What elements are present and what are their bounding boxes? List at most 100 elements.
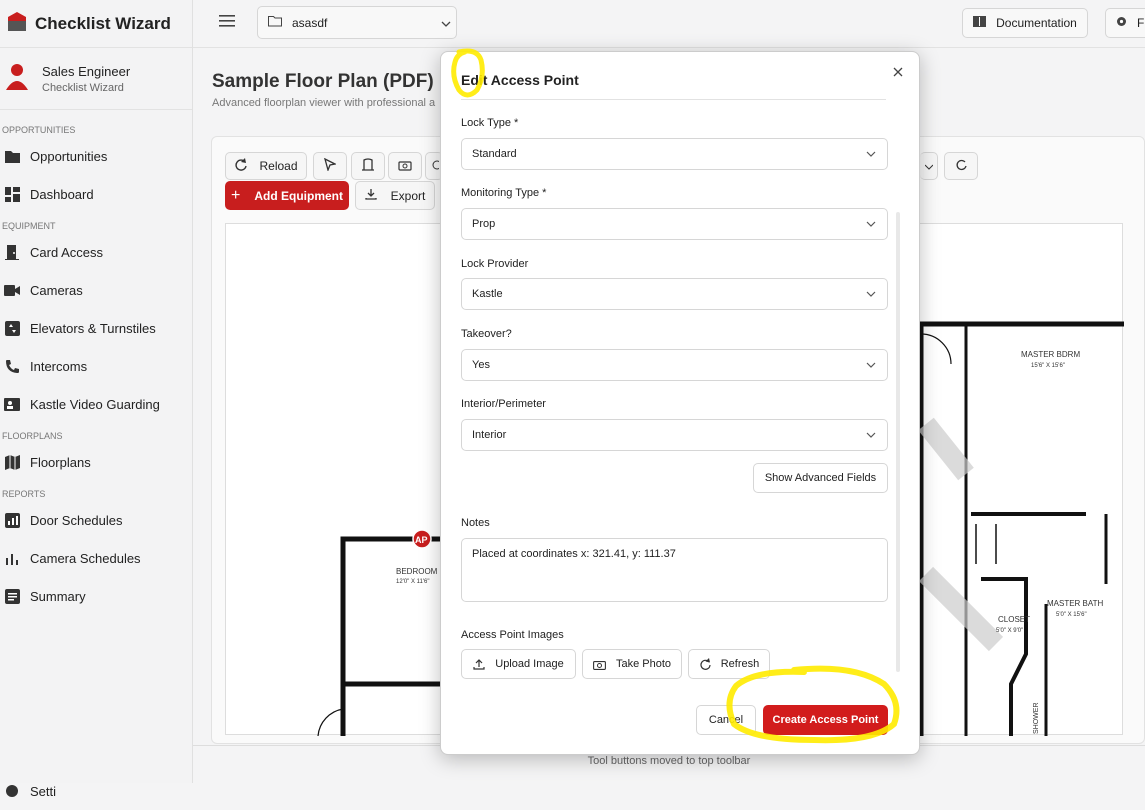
cancel-button[interactable]: Cancel — [696, 705, 756, 735]
section-reports: REPORTS — [2, 489, 46, 499]
chevron-down-icon — [441, 16, 451, 30]
reload-label: Reload — [259, 159, 298, 173]
sidebar-item-label: Camera Schedules — [30, 550, 141, 566]
sidebar-item-cameras[interactable]: Cameras — [0, 271, 192, 309]
create-access-point-button[interactable]: Create Access Point — [763, 705, 888, 735]
sidebar: Checklist Wizard Sales Engineer Checklis… — [0, 0, 193, 799]
interior-perimeter-label: Interior/Perimeter — [461, 398, 546, 410]
door-icon — [4, 244, 20, 260]
sidebar-item-label: Setti — [30, 783, 57, 799]
download-icon — [365, 188, 377, 203]
camera-icon — [4, 282, 20, 298]
chevron-down-icon — [866, 288, 876, 300]
elevator-icon — [4, 320, 20, 336]
top-bar: asasdf Documentation F — [193, 0, 1145, 48]
upload-image-label: Upload Image — [495, 658, 564, 670]
room-size-master-bdrm: 15'6" X 15'6" — [1031, 363, 1065, 369]
user-profile[interactable]: Sales Engineer Checklist Wizard — [0, 48, 192, 110]
room-label-bedroom: BEDROOM — [396, 567, 438, 576]
project-select[interactable]: asasdf — [257, 6, 457, 39]
gear-icon — [1116, 16, 1127, 30]
settings-button[interactable]: F — [1105, 8, 1145, 38]
sidebar-item-card-access[interactable]: Card Access — [0, 233, 192, 271]
sidebar-item-dashboard[interactable]: Dashboard — [0, 175, 192, 213]
sidebar-item-summary[interactable]: Summary — [0, 577, 192, 615]
sidebar-item-label: Door Schedules — [30, 512, 123, 528]
upload-image-button[interactable]: Upload Image — [461, 649, 576, 679]
add-equipment-label: Add Equipment — [254, 188, 343, 203]
scrollbar[interactable] — [896, 212, 900, 672]
sidebar-item-opportunities[interactable]: Opportunities — [0, 137, 192, 175]
lock-type-select[interactable]: Standard — [461, 138, 888, 170]
edit-access-point-modal: Edit Access Point Lock Type * Standard M… — [440, 51, 920, 755]
sidebar-item-label: Elevators & Turnstiles — [30, 320, 156, 336]
chevron-down-icon — [866, 429, 876, 441]
modal-title: Edit Access Point — [461, 72, 579, 88]
sidebar-item-kastle-video[interactable]: Kastle Video Guarding — [0, 385, 192, 423]
notes-textarea[interactable]: Placed at coordinates x: 321.41, y: 111.… — [461, 538, 888, 602]
bar-icon — [4, 550, 20, 566]
chevron-down-icon — [866, 359, 876, 371]
close-icon[interactable] — [893, 64, 903, 80]
plus-icon: + — [230, 186, 241, 204]
user-name: Sales Engineer — [42, 63, 131, 79]
sidebar-item-elevators[interactable]: Elevators & Turnstiles — [0, 309, 192, 347]
takeover-select[interactable]: Yes — [461, 349, 888, 381]
rotate-button[interactable] — [944, 152, 978, 180]
sidebar-item-floorplans[interactable]: Floorplans — [0, 443, 192, 481]
sidebar-item-label: Intercoms — [30, 358, 88, 374]
sidebar-item-label: Dashboard — [30, 186, 94, 202]
chevron-down-icon — [866, 148, 876, 160]
sidebar-item-door-schedules[interactable]: Door Schedules — [0, 501, 192, 539]
export-label: Export — [390, 188, 426, 203]
room-size-closet: 5'0" X 9'0" — [996, 628, 1023, 634]
monitoring-type-select[interactable]: Prop — [461, 208, 888, 240]
take-photo-button[interactable]: Take Photo — [582, 649, 682, 679]
settings-label: F — [1137, 16, 1145, 30]
export-button[interactable]: Export — [355, 181, 435, 210]
page-subtitle: Advanced floorplan viewer with professio… — [212, 97, 436, 109]
sidebar-item-intercoms[interactable]: Intercoms — [0, 347, 192, 385]
section-equipment: EQUIPMENT — [2, 221, 56, 231]
sidebar-item-label: Card Access — [30, 244, 103, 260]
door-tool-button[interactable] — [351, 152, 385, 180]
video-guard-icon — [4, 396, 20, 412]
tag-icon — [431, 159, 441, 174]
add-equipment-button[interactable]: + Add Equipment — [225, 181, 349, 210]
documentation-button[interactable]: Documentation — [962, 8, 1088, 38]
rotate-icon — [955, 159, 967, 174]
monitoring-type-label: Monitoring Type * — [461, 187, 547, 199]
interior-perimeter-select[interactable]: Interior — [461, 419, 888, 451]
brand: Checklist Wizard — [0, 0, 192, 48]
dashboard-icon — [4, 186, 20, 202]
select-tool-button[interactable] — [313, 152, 347, 180]
folder-icon — [4, 148, 20, 164]
sidebar-item-label: Cameras — [30, 282, 83, 298]
modal-divider — [461, 99, 886, 100]
lock-provider-label: Lock Provider — [461, 258, 529, 270]
chevron-down-icon — [866, 218, 876, 230]
show-advanced-fields-button[interactable]: Show Advanced Fields — [753, 463, 888, 493]
page-title: Sample Floor Plan (PDF) — [212, 71, 434, 92]
menu-icon[interactable] — [219, 14, 235, 31]
lock-provider-select[interactable]: Kastle — [461, 278, 888, 310]
sidebar-item-settings[interactable]: Setti — [0, 772, 56, 810]
camera-icon — [398, 159, 412, 174]
gear-icon — [4, 783, 20, 799]
lock-type-label: Lock Type * — [461, 117, 519, 129]
zoom-dropdown[interactable] — [920, 152, 938, 180]
access-point-images-label: Access Point Images — [461, 629, 564, 641]
refresh-icon — [700, 658, 711, 670]
camera-tool-button[interactable] — [388, 152, 422, 180]
refresh-button[interactable]: Refresh — [688, 649, 770, 679]
reload-button[interactable]: Reload — [225, 152, 307, 180]
sidebar-item-camera-schedules[interactable]: Camera Schedules — [0, 539, 192, 577]
refresh-label: Refresh — [720, 658, 760, 670]
avatar — [4, 62, 30, 95]
cursor-icon — [323, 157, 337, 174]
logo-icon — [6, 11, 28, 36]
app-title: Checklist Wizard — [35, 13, 171, 33]
sidebar-item-label: Opportunities — [30, 148, 108, 164]
folder-icon — [268, 15, 282, 30]
takeover-label: Takeover? — [461, 328, 512, 340]
